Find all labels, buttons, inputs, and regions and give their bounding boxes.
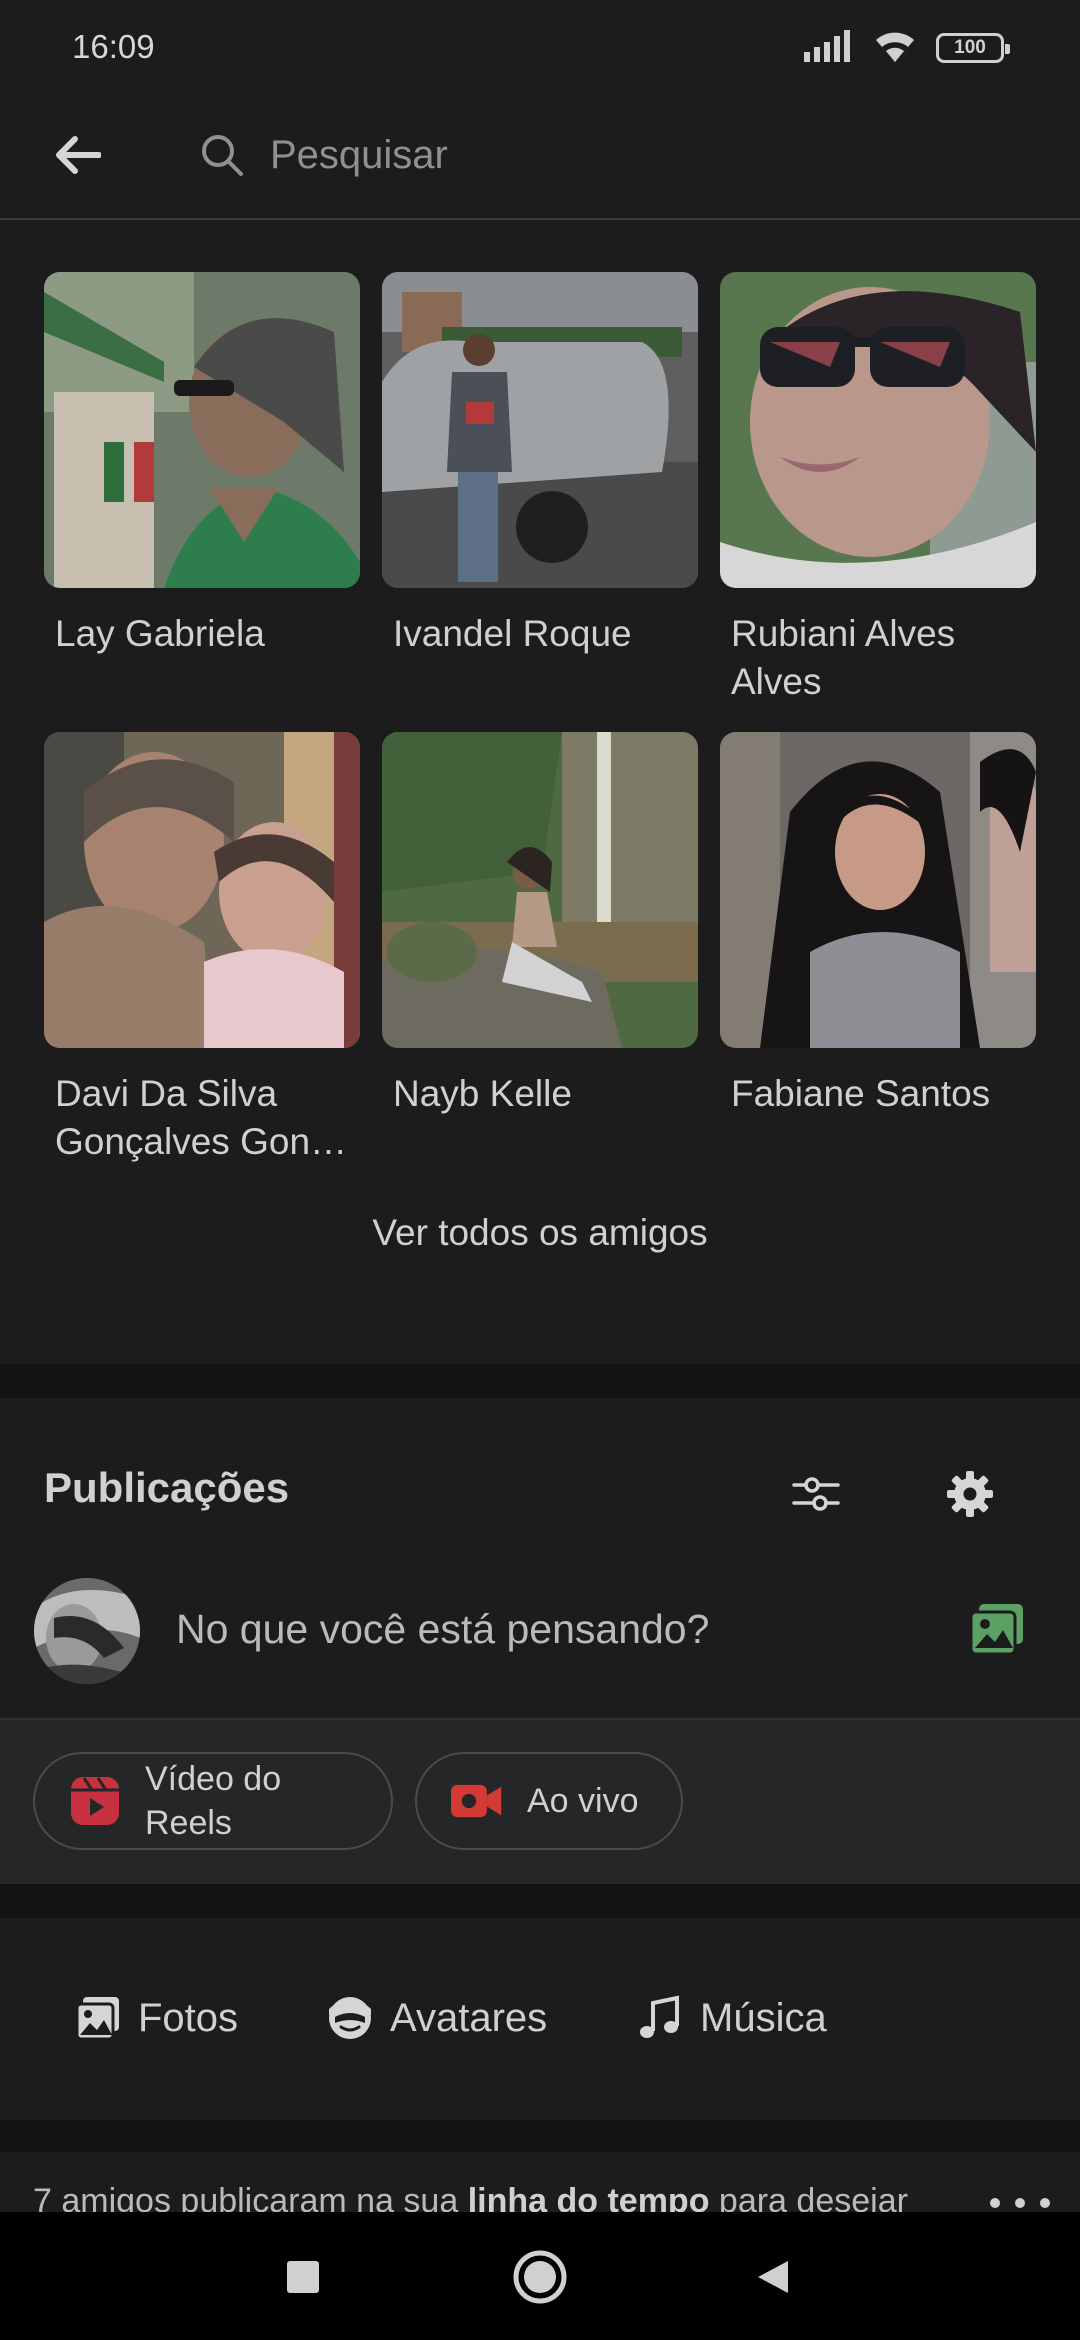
posts-title: Publicações bbox=[44, 1464, 290, 1511]
avatar[interactable] bbox=[34, 1578, 140, 1684]
arrow-left-icon bbox=[56, 136, 101, 174]
post-composer-input[interactable]: No que você está pensando? bbox=[176, 1606, 709, 1653]
back-button[interactable] bbox=[40, 118, 114, 192]
friend-name: Ivandel Roque bbox=[393, 613, 632, 654]
search-input[interactable]: Pesquisar bbox=[200, 118, 1020, 192]
feed-text-prefix: 7 amigos publicaram na sua bbox=[33, 2182, 468, 2212]
friend-photo bbox=[382, 272, 698, 588]
search-icon bbox=[202, 135, 243, 176]
tab-music[interactable]: Música bbox=[636, 1986, 827, 2050]
recents-button[interactable] bbox=[268, 2242, 338, 2312]
friend-grid: Lay Gabriela Ivandel Roque Rubiani Alves… bbox=[44, 272, 1036, 1192]
dot-icon bbox=[990, 2198, 1000, 2208]
friends-section: Lay Gabriela Ivandel Roque Rubiani Alves… bbox=[0, 222, 1080, 1364]
gear-icon bbox=[947, 1471, 993, 1517]
square-icon bbox=[287, 2261, 319, 2293]
feed-text-suffix: para desejar bbox=[709, 2182, 908, 2212]
friend-card[interactable]: Rubiani Alves Alves bbox=[720, 272, 1036, 732]
tab-avatars[interactable]: Avatares bbox=[326, 1986, 547, 2050]
tab-photos[interactable]: Fotos bbox=[74, 1986, 238, 2050]
photo-icon bbox=[969, 1604, 1023, 1656]
wifi-icon bbox=[872, 28, 918, 69]
friend-name: Lay Gabriela bbox=[55, 613, 265, 654]
reels-icon bbox=[69, 1775, 121, 1827]
more-options-button[interactable] bbox=[990, 2188, 1050, 2212]
friend-photo bbox=[720, 272, 1036, 588]
profile-tabs: Fotos Avatares Música bbox=[0, 1918, 1080, 2120]
friend-name: Fabiane Santos bbox=[731, 1073, 991, 1114]
section-divider bbox=[0, 1884, 1080, 1918]
friend-photo bbox=[44, 732, 360, 1048]
battery-level: 100 bbox=[954, 37, 986, 58]
section-divider bbox=[0, 2120, 1080, 2152]
tab-music-label: Música bbox=[700, 1995, 827, 2040]
post-type-chips: Vídeo do Reels Ao vivo bbox=[0, 1718, 1080, 1884]
see-all-friends-button[interactable]: Ver todos os amigos bbox=[0, 1212, 1080, 1254]
sliders-icon bbox=[792, 1477, 840, 1511]
back-nav-button[interactable] bbox=[737, 2242, 807, 2312]
signal-icon bbox=[804, 29, 854, 67]
status-icons: 100 bbox=[804, 28, 1010, 69]
friend-photo bbox=[720, 732, 1036, 1048]
reels-video-label: Vídeo do Reels bbox=[145, 1760, 282, 1842]
feed-item-text: 7 amigos publicaram na sua linha do temp… bbox=[33, 2182, 908, 2212]
reels-video-button[interactable]: Vídeo do Reels bbox=[33, 1752, 393, 1850]
dot-icon bbox=[1015, 2198, 1025, 2208]
system-nav-bar bbox=[0, 2212, 1080, 2340]
circle-icon bbox=[513, 2250, 567, 2304]
friend-name: Davi Da Silva Gonçalves Gon… bbox=[55, 1073, 348, 1162]
feed-text-bold: linha do tempo bbox=[467, 2182, 710, 2212]
top-bar: Pesquisar bbox=[0, 96, 1080, 220]
friend-card[interactable]: Lay Gabriela bbox=[44, 272, 360, 732]
friend-photo bbox=[44, 272, 360, 588]
live-button[interactable]: Ao vivo bbox=[415, 1752, 683, 1850]
live-label: Ao vivo bbox=[527, 1782, 639, 1820]
status-time: 16:09 bbox=[72, 28, 155, 65]
filter-button[interactable] bbox=[784, 1464, 848, 1524]
friend-card[interactable]: Davi Da Silva Gonçalves Gon… bbox=[44, 732, 360, 1192]
settings-button[interactable] bbox=[938, 1462, 1002, 1526]
dot-icon bbox=[1040, 2198, 1050, 2208]
battery-icon: 100 bbox=[936, 33, 1010, 63]
live-video-icon bbox=[451, 1775, 503, 1827]
avatar-face-icon bbox=[326, 1994, 374, 2042]
add-photo-button[interactable] bbox=[966, 1598, 1028, 1660]
friend-photo bbox=[382, 732, 698, 1048]
tab-avatars-label: Avatares bbox=[390, 1995, 548, 2040]
section-divider bbox=[0, 1364, 1080, 1398]
tab-photos-label: Fotos bbox=[138, 1995, 239, 2040]
feed-item-preview[interactable]: 7 amigos publicaram na sua linha do temp… bbox=[0, 2152, 1080, 2212]
friend-name: Nayb Kelle bbox=[393, 1073, 572, 1114]
friend-card[interactable]: Ivandel Roque bbox=[382, 272, 698, 732]
posts-section: Publicações No que você está pensando? V… bbox=[0, 1398, 1080, 1884]
home-button[interactable] bbox=[505, 2242, 575, 2312]
friend-card[interactable]: Nayb Kelle bbox=[382, 732, 698, 1192]
friend-card[interactable]: Fabiane Santos bbox=[720, 732, 1036, 1192]
search-placeholder: Pesquisar bbox=[270, 132, 448, 177]
status-bar: 16:09 100 bbox=[0, 0, 1080, 96]
music-note-icon bbox=[636, 1994, 684, 2042]
photos-icon bbox=[74, 1994, 122, 2042]
friend-name: Rubiani Alves Alves bbox=[731, 613, 956, 702]
triangle-back-icon bbox=[758, 2261, 788, 2293]
